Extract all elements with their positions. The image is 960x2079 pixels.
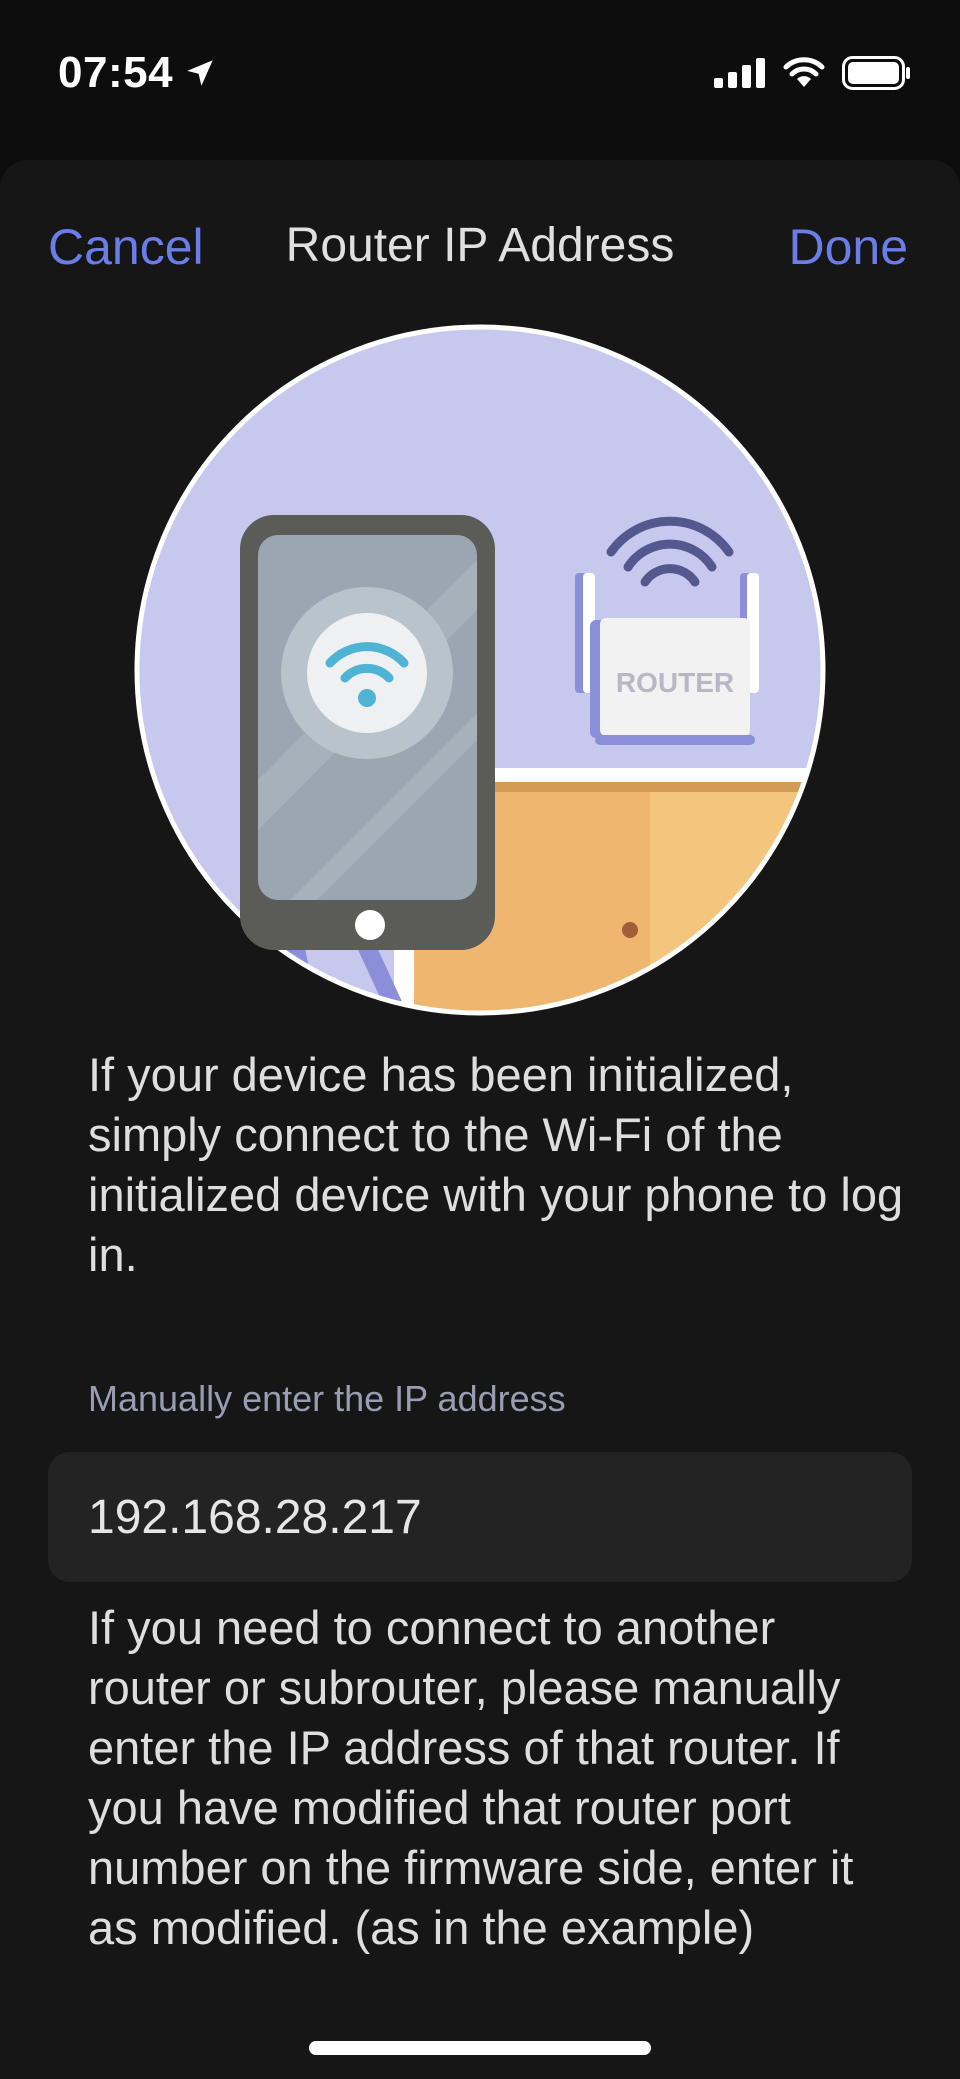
status-icons — [714, 56, 912, 90]
battery-icon — [842, 56, 910, 90]
help-text: If you need to connect to another router… — [88, 1601, 854, 1954]
nav-bar: Cancel Router IP Address Done — [0, 160, 960, 330]
wifi-icon — [783, 57, 825, 87]
ip-address-label: Manually enter the IP address — [88, 1378, 566, 1419]
bottom-sheet: Cancel Router IP Address Done ROUTER If … — [0, 160, 960, 2079]
status-time: 07:54 — [58, 48, 217, 98]
router-label: ROUTER — [616, 667, 734, 698]
cellular-signal-icon — [714, 58, 765, 88]
status-bar: 07:54 — [0, 0, 960, 150]
ip-address-field[interactable]: 192.168.28.217 — [48, 1452, 912, 1582]
home-indicator[interactable] — [309, 2041, 651, 2055]
ip-address-value: 192.168.28.217 — [88, 1490, 422, 1544]
router-illustration: ROUTER — [134, 324, 826, 1016]
status-time-text: 07:54 — [58, 48, 174, 97]
description-text: If your device has been initialized, sim… — [88, 1048, 904, 1281]
location-arrow-icon — [187, 60, 213, 86]
phone-icon — [240, 515, 495, 950]
done-button[interactable]: Done — [788, 218, 908, 276]
